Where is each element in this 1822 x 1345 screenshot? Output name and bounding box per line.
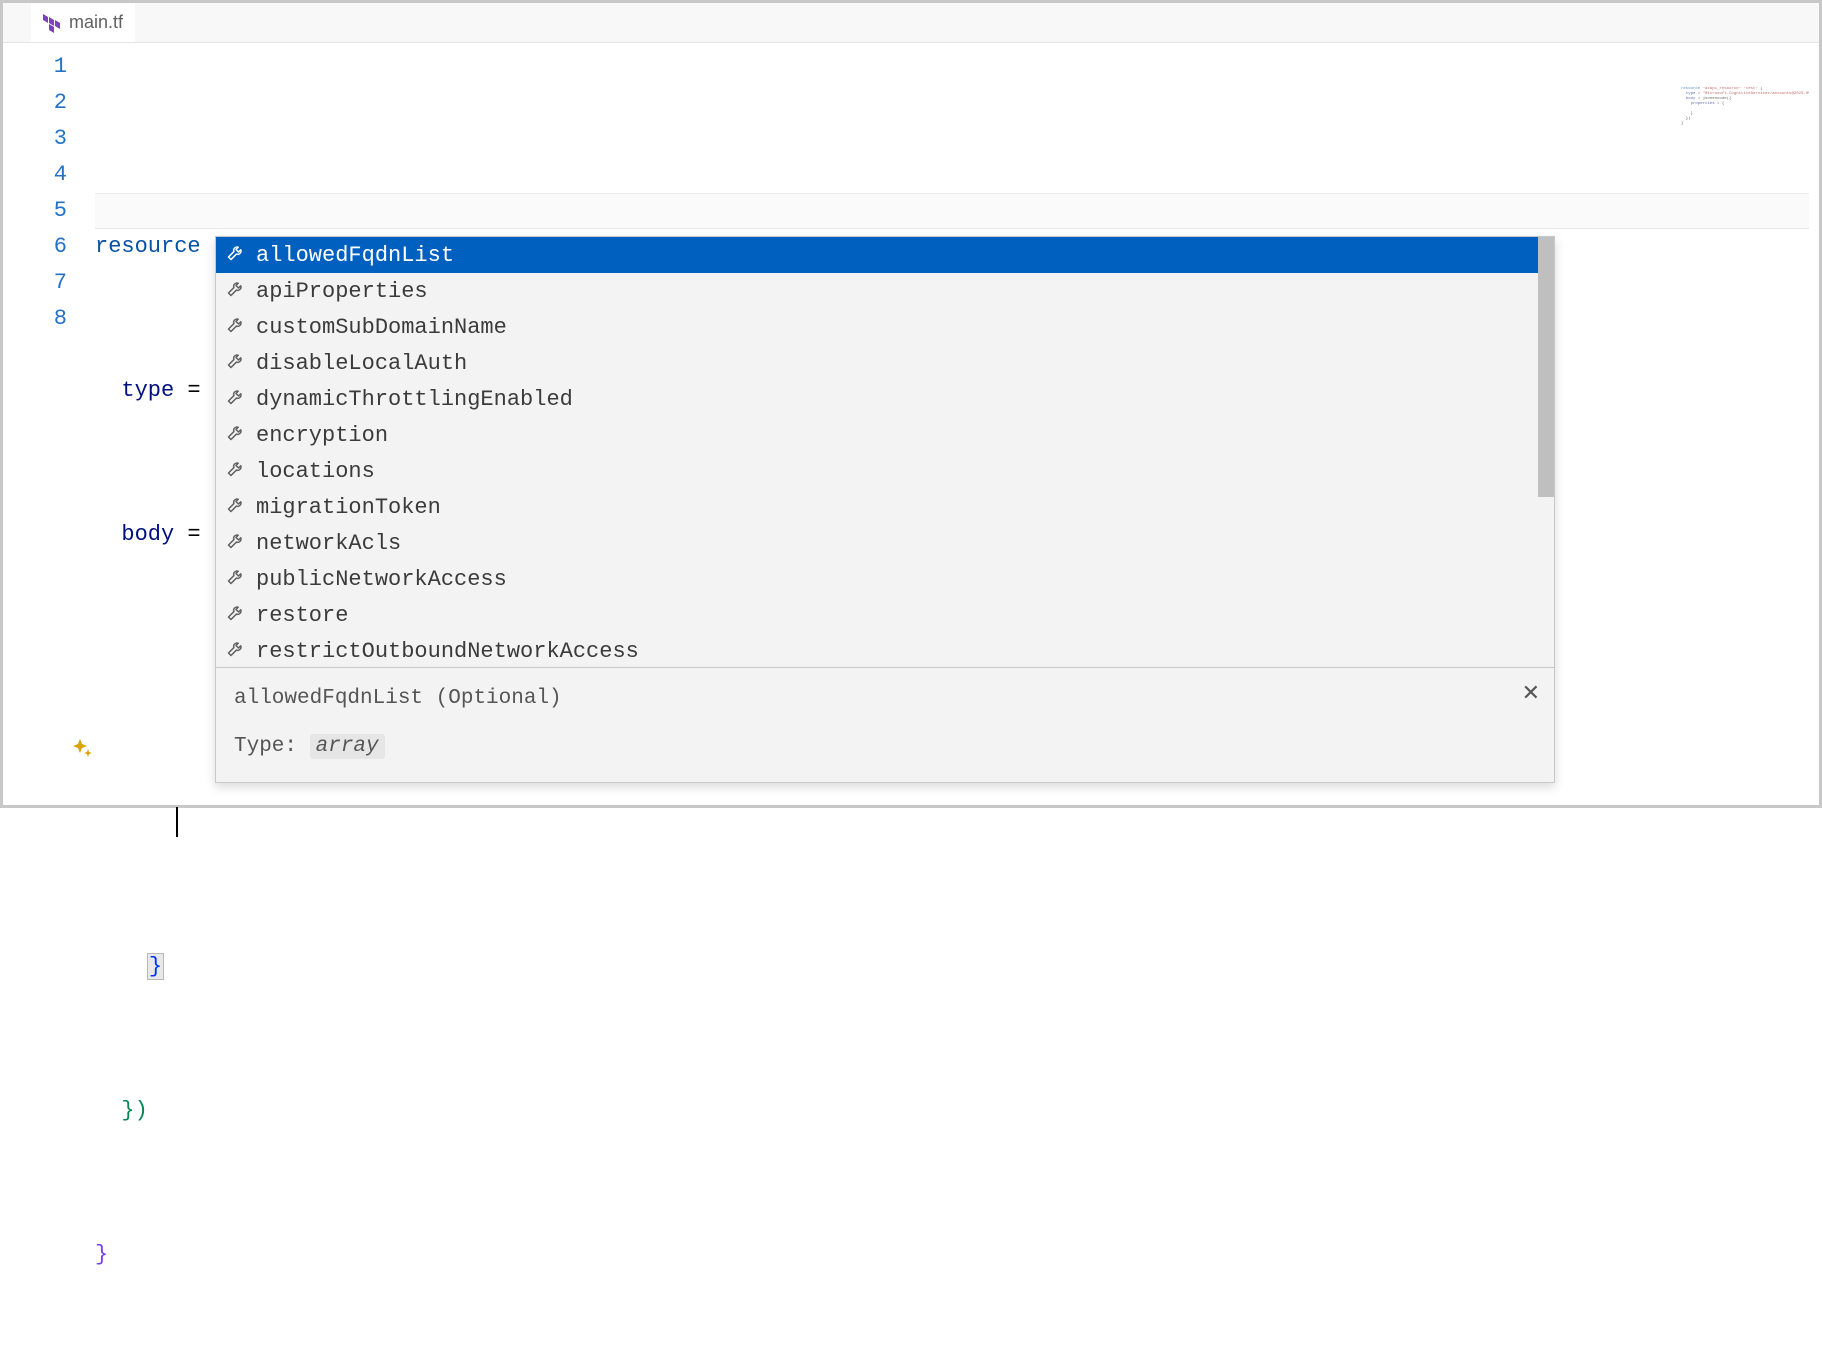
- autocomplete-detail-type: Type: array: [234, 730, 1536, 764]
- line-number: 8: [3, 301, 67, 337]
- property-icon: [226, 278, 246, 305]
- autocomplete-item-label: migrationToken: [256, 495, 441, 520]
- property-icon: [226, 242, 246, 269]
- code-line: }: [95, 1237, 1819, 1273]
- property-icon: [226, 422, 246, 449]
- autocomplete-item-label: locations: [256, 459, 375, 484]
- autocomplete-detail-title: allowedFqdnList (Optional): [234, 682, 1536, 716]
- line-number: 2: [3, 85, 67, 121]
- autocomplete-item[interactable]: migrationToken: [216, 489, 1554, 525]
- autocomplete-item-label: dynamicThrottlingEnabled: [256, 387, 573, 412]
- autocomplete-item-label: publicNetworkAccess: [256, 567, 507, 592]
- close-icon[interactable]: ✕: [1522, 678, 1540, 712]
- autocomplete-detail: ✕ allowedFqdnList (Optional) Type: array: [216, 667, 1554, 782]
- autocomplete-item[interactable]: locations: [216, 453, 1554, 489]
- autocomplete-item-label: customSubDomainName: [256, 315, 507, 340]
- current-line-highlight: [95, 193, 1809, 229]
- autocomplete-item[interactable]: restore: [216, 597, 1554, 633]
- autocomplete-popup: allowedFqdnList apiProperties customSubDom…: [215, 236, 1555, 783]
- autocomplete-item[interactable]: allowedFqdnList: [216, 237, 1554, 273]
- line-number: 4: [3, 157, 67, 193]
- line-number: 6: [3, 229, 67, 265]
- code-line: [95, 805, 1819, 841]
- editor-tab-main-tf[interactable]: main.tf: [31, 3, 135, 42]
- property-icon: [226, 314, 246, 341]
- line-number: 1: [3, 49, 67, 85]
- property-icon: [226, 494, 246, 521]
- autocomplete-item[interactable]: networkAcls: [216, 525, 1554, 561]
- line-number: 5: [3, 193, 67, 229]
- property-icon: [226, 530, 246, 557]
- autocomplete-item-label: disableLocalAuth: [256, 351, 467, 376]
- autocomplete-item-label: allowedFqdnList: [256, 243, 454, 268]
- autocomplete-item[interactable]: restrictOutboundNetworkAccess: [216, 633, 1554, 667]
- tab-filename: main.tf: [69, 12, 123, 33]
- property-icon: [226, 566, 246, 593]
- scrollbar-thumb[interactable]: [1538, 237, 1554, 497]
- autocomplete-item[interactable]: customSubDomainName: [216, 309, 1554, 345]
- autocomplete-item-label: apiProperties: [256, 279, 428, 304]
- property-icon: [226, 602, 246, 629]
- autocomplete-item-label: restrictOutboundNetworkAccess: [256, 639, 639, 664]
- text-cursor: [176, 807, 178, 837]
- autocomplete-scrollbar[interactable]: [1538, 237, 1554, 667]
- property-icon: [226, 386, 246, 413]
- autocomplete-list: allowedFqdnList apiProperties customSubDom…: [216, 237, 1554, 667]
- property-icon: [226, 458, 246, 485]
- autocomplete-item[interactable]: encryption: [216, 417, 1554, 453]
- terraform-file-icon: [43, 13, 61, 33]
- autocomplete-item-label: encryption: [256, 423, 388, 448]
- code-line: }): [95, 1093, 1819, 1129]
- property-icon: [226, 350, 246, 377]
- autocomplete-item[interactable]: disableLocalAuth: [216, 345, 1554, 381]
- autocomplete-item-label: restore: [256, 603, 348, 628]
- minimap[interactable]: resource "azapi_resource" "test" { type …: [1681, 87, 1809, 157]
- line-number: 7: [3, 265, 67, 301]
- tab-bar: main.tf: [3, 3, 1819, 43]
- autocomplete-item[interactable]: dynamicThrottlingEnabled: [216, 381, 1554, 417]
- property-icon: [226, 638, 246, 665]
- autocomplete-item[interactable]: publicNetworkAccess: [216, 561, 1554, 597]
- autocomplete-item[interactable]: apiProperties: [216, 273, 1554, 309]
- line-number: 3: [3, 121, 67, 157]
- code-line: }: [95, 949, 1819, 985]
- autocomplete-item-label: networkAcls: [256, 531, 401, 556]
